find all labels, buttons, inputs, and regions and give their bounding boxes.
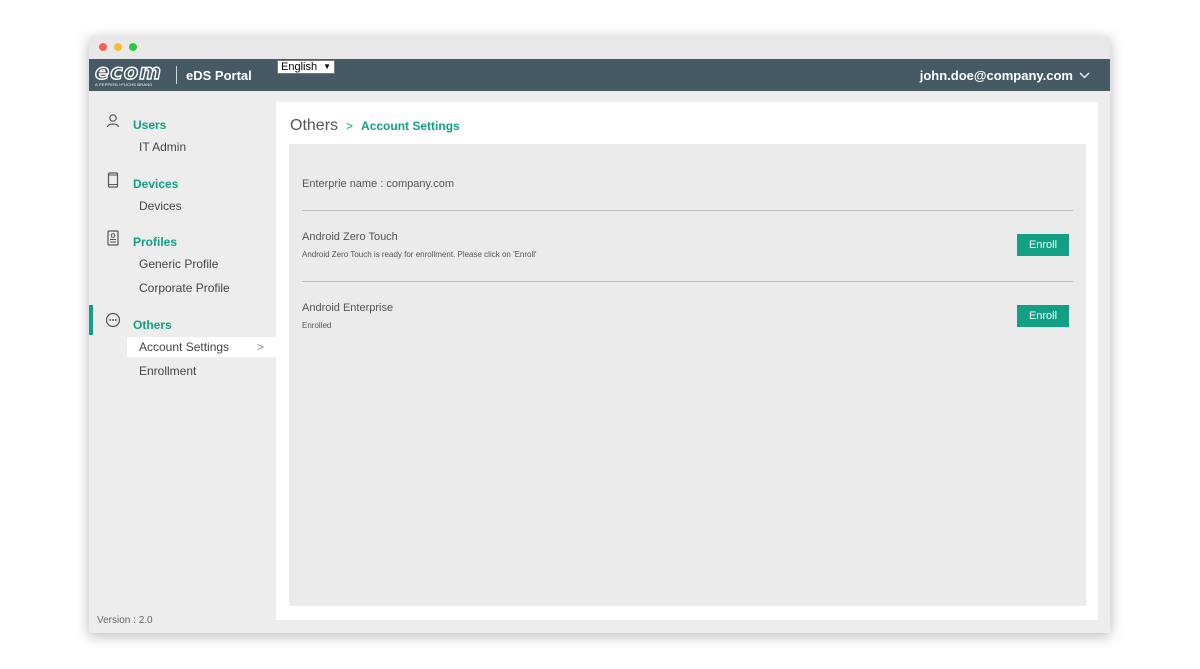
dropdown-caret-icon: ▼ xyxy=(323,62,331,71)
android-enterprise-title: Android Enterprise xyxy=(302,302,394,314)
breadcrumb-root[interactable]: Others xyxy=(290,117,338,135)
sidebar-item-corporate-profile[interactable]: Corporate Profile xyxy=(127,278,276,298)
window-titlebar xyxy=(89,36,1110,59)
divider xyxy=(302,281,1073,282)
main-content: Others > Account Settings Enterprie name… xyxy=(276,102,1098,620)
user-menu[interactable]: john.doe@company.com xyxy=(920,68,1090,83)
sidebar-section-profiles[interactable]: Profiles xyxy=(133,235,177,249)
sidebar-item-enrollment[interactable]: Enrollment xyxy=(127,361,276,381)
sidebar-item-generic-profile[interactable]: Generic Profile xyxy=(127,254,276,274)
maximize-window-button[interactable] xyxy=(129,43,137,51)
user-icon xyxy=(105,113,121,129)
version-label: Version : 2.0 xyxy=(97,615,153,626)
close-window-button[interactable] xyxy=(99,43,107,51)
android-enterprise-enroll-button[interactable]: Enroll xyxy=(1017,305,1069,327)
more-circle-icon xyxy=(105,312,121,328)
ecom-logo[interactable]: ecom A PEPPERL+FUCHS BRAND xyxy=(94,60,167,89)
language-select[interactable]: English ▼ xyxy=(277,60,335,74)
app-window: ecom A PEPPERL+FUCHS BRAND eDS Portal En… xyxy=(89,36,1110,633)
divider xyxy=(302,210,1073,211)
account-settings-panel: Enterprie name : company.com Android Zer… xyxy=(289,144,1086,606)
sidebar-section-users[interactable]: Users xyxy=(133,118,166,132)
enterprise-name: Enterprie name : company.com xyxy=(302,178,455,190)
android-enterprise-status: Enrolled xyxy=(302,321,332,330)
sidebar-section-others[interactable]: Others xyxy=(133,318,172,332)
minimize-window-button[interactable] xyxy=(114,43,122,51)
chevron-down-icon xyxy=(1079,72,1090,79)
breadcrumb-separator-icon: > xyxy=(346,119,354,133)
active-section-indicator xyxy=(89,305,93,335)
id-card-icon xyxy=(105,230,121,246)
sidebar-section-devices[interactable]: Devices xyxy=(133,177,178,191)
breadcrumb-current: Account Settings xyxy=(361,119,460,133)
language-selected-value: English xyxy=(281,61,318,73)
zero-touch-enroll-button[interactable]: Enroll xyxy=(1017,234,1069,256)
user-email: john.doe@company.com xyxy=(919,68,1073,83)
app-header: ecom A PEPPERL+FUCHS BRAND eDS Portal En… xyxy=(89,59,1110,91)
header-divider xyxy=(176,66,177,84)
chevron-right-icon: > xyxy=(256,340,264,354)
breadcrumb: Others > Account Settings xyxy=(290,117,460,135)
sidebar: Users IT Admin Devices Devices Profiles … xyxy=(89,91,276,633)
sidebar-item-label: Account Settings xyxy=(139,340,230,354)
logo-tagline: A PEPPERL+FUCHS BRAND xyxy=(95,82,153,87)
sidebar-item-account-settings[interactable]: Account Settings > xyxy=(127,337,276,357)
android-zero-touch-title: Android Zero Touch xyxy=(302,231,398,243)
android-zero-touch-description: Android Zero Touch is ready for enrollme… xyxy=(302,250,537,259)
logo-wordmark: ecom xyxy=(94,60,162,84)
sidebar-item-devices[interactable]: Devices xyxy=(127,196,276,216)
phone-icon xyxy=(105,172,121,188)
sidebar-item-it-admin[interactable]: IT Admin xyxy=(127,137,276,157)
portal-title: eDS Portal xyxy=(186,68,252,83)
